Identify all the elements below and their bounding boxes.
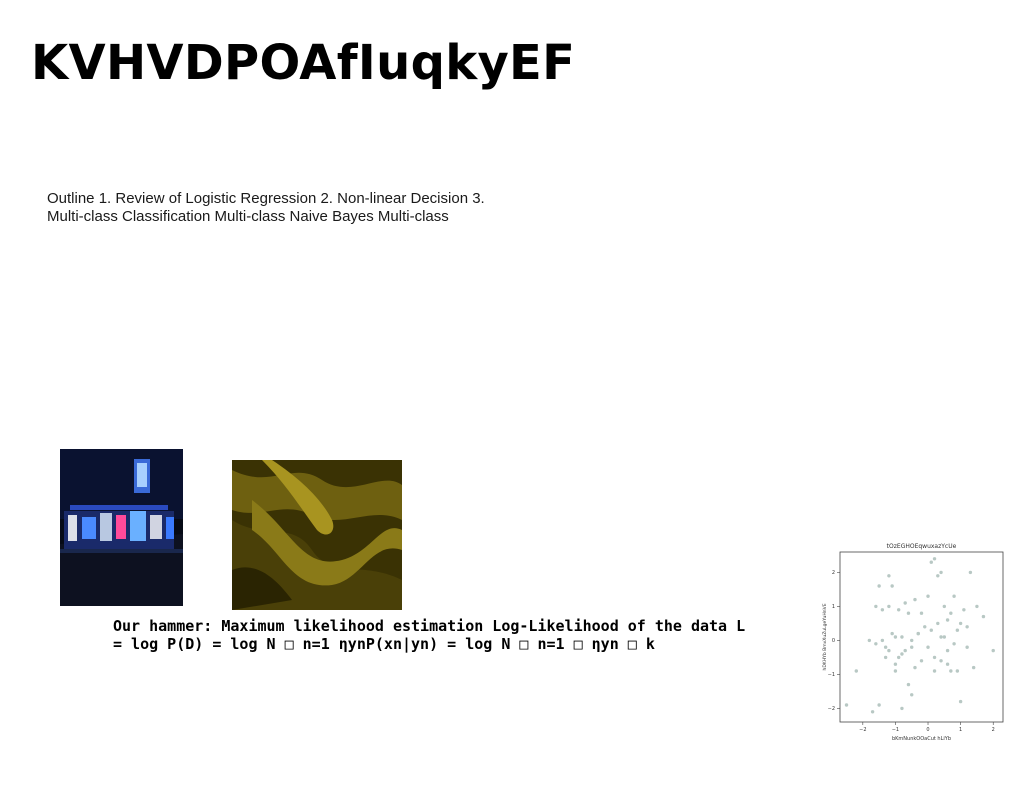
slide-title: KVHVDPOAfIuqkyEF <box>31 35 576 91</box>
data-point <box>900 706 904 711</box>
x-tick-label: −2 <box>859 727 866 733</box>
data-point <box>893 635 898 639</box>
data-point <box>939 635 943 639</box>
data-point <box>932 655 937 660</box>
data-point <box>919 659 924 663</box>
y-tick-label: 2 <box>832 570 835 576</box>
outline-text: Outline 1. Review of Logistic Regression… <box>47 190 485 225</box>
data-point <box>919 611 924 615</box>
data-point <box>893 669 898 673</box>
data-point <box>926 645 930 649</box>
data-point <box>880 638 885 643</box>
data-point <box>962 608 966 612</box>
data-point <box>910 638 914 643</box>
data-point <box>936 621 940 626</box>
data-point <box>910 645 914 649</box>
data-point <box>854 669 858 673</box>
data-point <box>890 584 894 588</box>
data-point <box>945 662 950 666</box>
data-point <box>971 665 976 670</box>
data-point <box>958 621 963 626</box>
data-point <box>945 618 950 622</box>
x-axis-label: bKmNunkOOaCut hLiYb <box>892 736 951 742</box>
data-point <box>883 645 888 649</box>
data-point <box>929 560 933 564</box>
data-point <box>916 631 920 636</box>
x-tick-label: 1 <box>959 727 962 733</box>
data-point <box>955 628 960 632</box>
hammer-text: Our hammer: Maximum likelihood estimatio… <box>113 617 746 653</box>
data-point <box>926 594 930 598</box>
data-point <box>929 628 933 632</box>
data-point <box>877 584 881 588</box>
data-point <box>952 642 956 646</box>
y-tick-label: −1 <box>828 672 835 678</box>
data-point <box>896 655 901 660</box>
x-tick-label: 0 <box>926 727 929 733</box>
data-point <box>949 669 953 673</box>
data-point <box>981 614 986 619</box>
data-point <box>844 703 849 707</box>
data-point <box>896 608 901 612</box>
data-point <box>900 635 904 639</box>
data-point <box>932 557 937 561</box>
x-tick-label: −1 <box>892 727 899 733</box>
data-point <box>942 635 947 639</box>
data-point <box>906 611 911 615</box>
data-point <box>932 669 937 673</box>
data-point <box>991 648 995 653</box>
data-point <box>874 604 878 609</box>
y-tick-label: 0 <box>832 638 835 644</box>
fabric-texture-photo <box>232 460 402 610</box>
x-tick-label: 2 <box>992 727 995 733</box>
data-point <box>949 611 953 615</box>
data-point <box>887 574 891 578</box>
data-point <box>880 608 885 612</box>
data-point <box>890 631 894 636</box>
data-point <box>893 662 898 666</box>
scatter-chart: −2 −1 0 1 2 −2 −1 0 1 2 tOzEGHOEqwuxazYcUe bKmNunkO… <box>822 543 1004 742</box>
data-point <box>965 645 969 649</box>
data-point <box>942 604 947 609</box>
y-tick-label: −2 <box>828 706 835 712</box>
data-point <box>913 597 917 602</box>
data-point <box>877 703 881 707</box>
data-point <box>958 699 963 704</box>
data-point <box>965 625 969 629</box>
data-point <box>936 574 940 578</box>
data-point <box>939 659 943 663</box>
data-point <box>883 655 888 660</box>
y-axis-label: hDKHYb BmvXuZuLgeYuHnVE <box>822 603 828 670</box>
data-point <box>900 652 904 656</box>
data-point <box>968 570 973 575</box>
data-point <box>952 594 956 598</box>
data-point <box>870 710 875 714</box>
data-point <box>874 642 878 646</box>
data-point <box>887 648 891 653</box>
data-point <box>910 693 914 697</box>
plot-frame <box>839 551 1004 723</box>
data-point <box>903 601 907 605</box>
data-point <box>887 604 891 609</box>
data-point <box>903 648 907 653</box>
night-street-photo <box>60 449 183 606</box>
data-point <box>939 570 943 575</box>
data-point <box>923 625 927 629</box>
y-tick-label: 1 <box>832 604 835 610</box>
chart-title: tOzEGHOEqwuxazYcUe <box>887 543 957 550</box>
data-point <box>955 669 960 673</box>
data-point <box>945 648 950 653</box>
data-point <box>906 682 911 687</box>
data-point <box>867 638 872 643</box>
data-point <box>913 665 917 670</box>
data-point <box>975 604 979 609</box>
